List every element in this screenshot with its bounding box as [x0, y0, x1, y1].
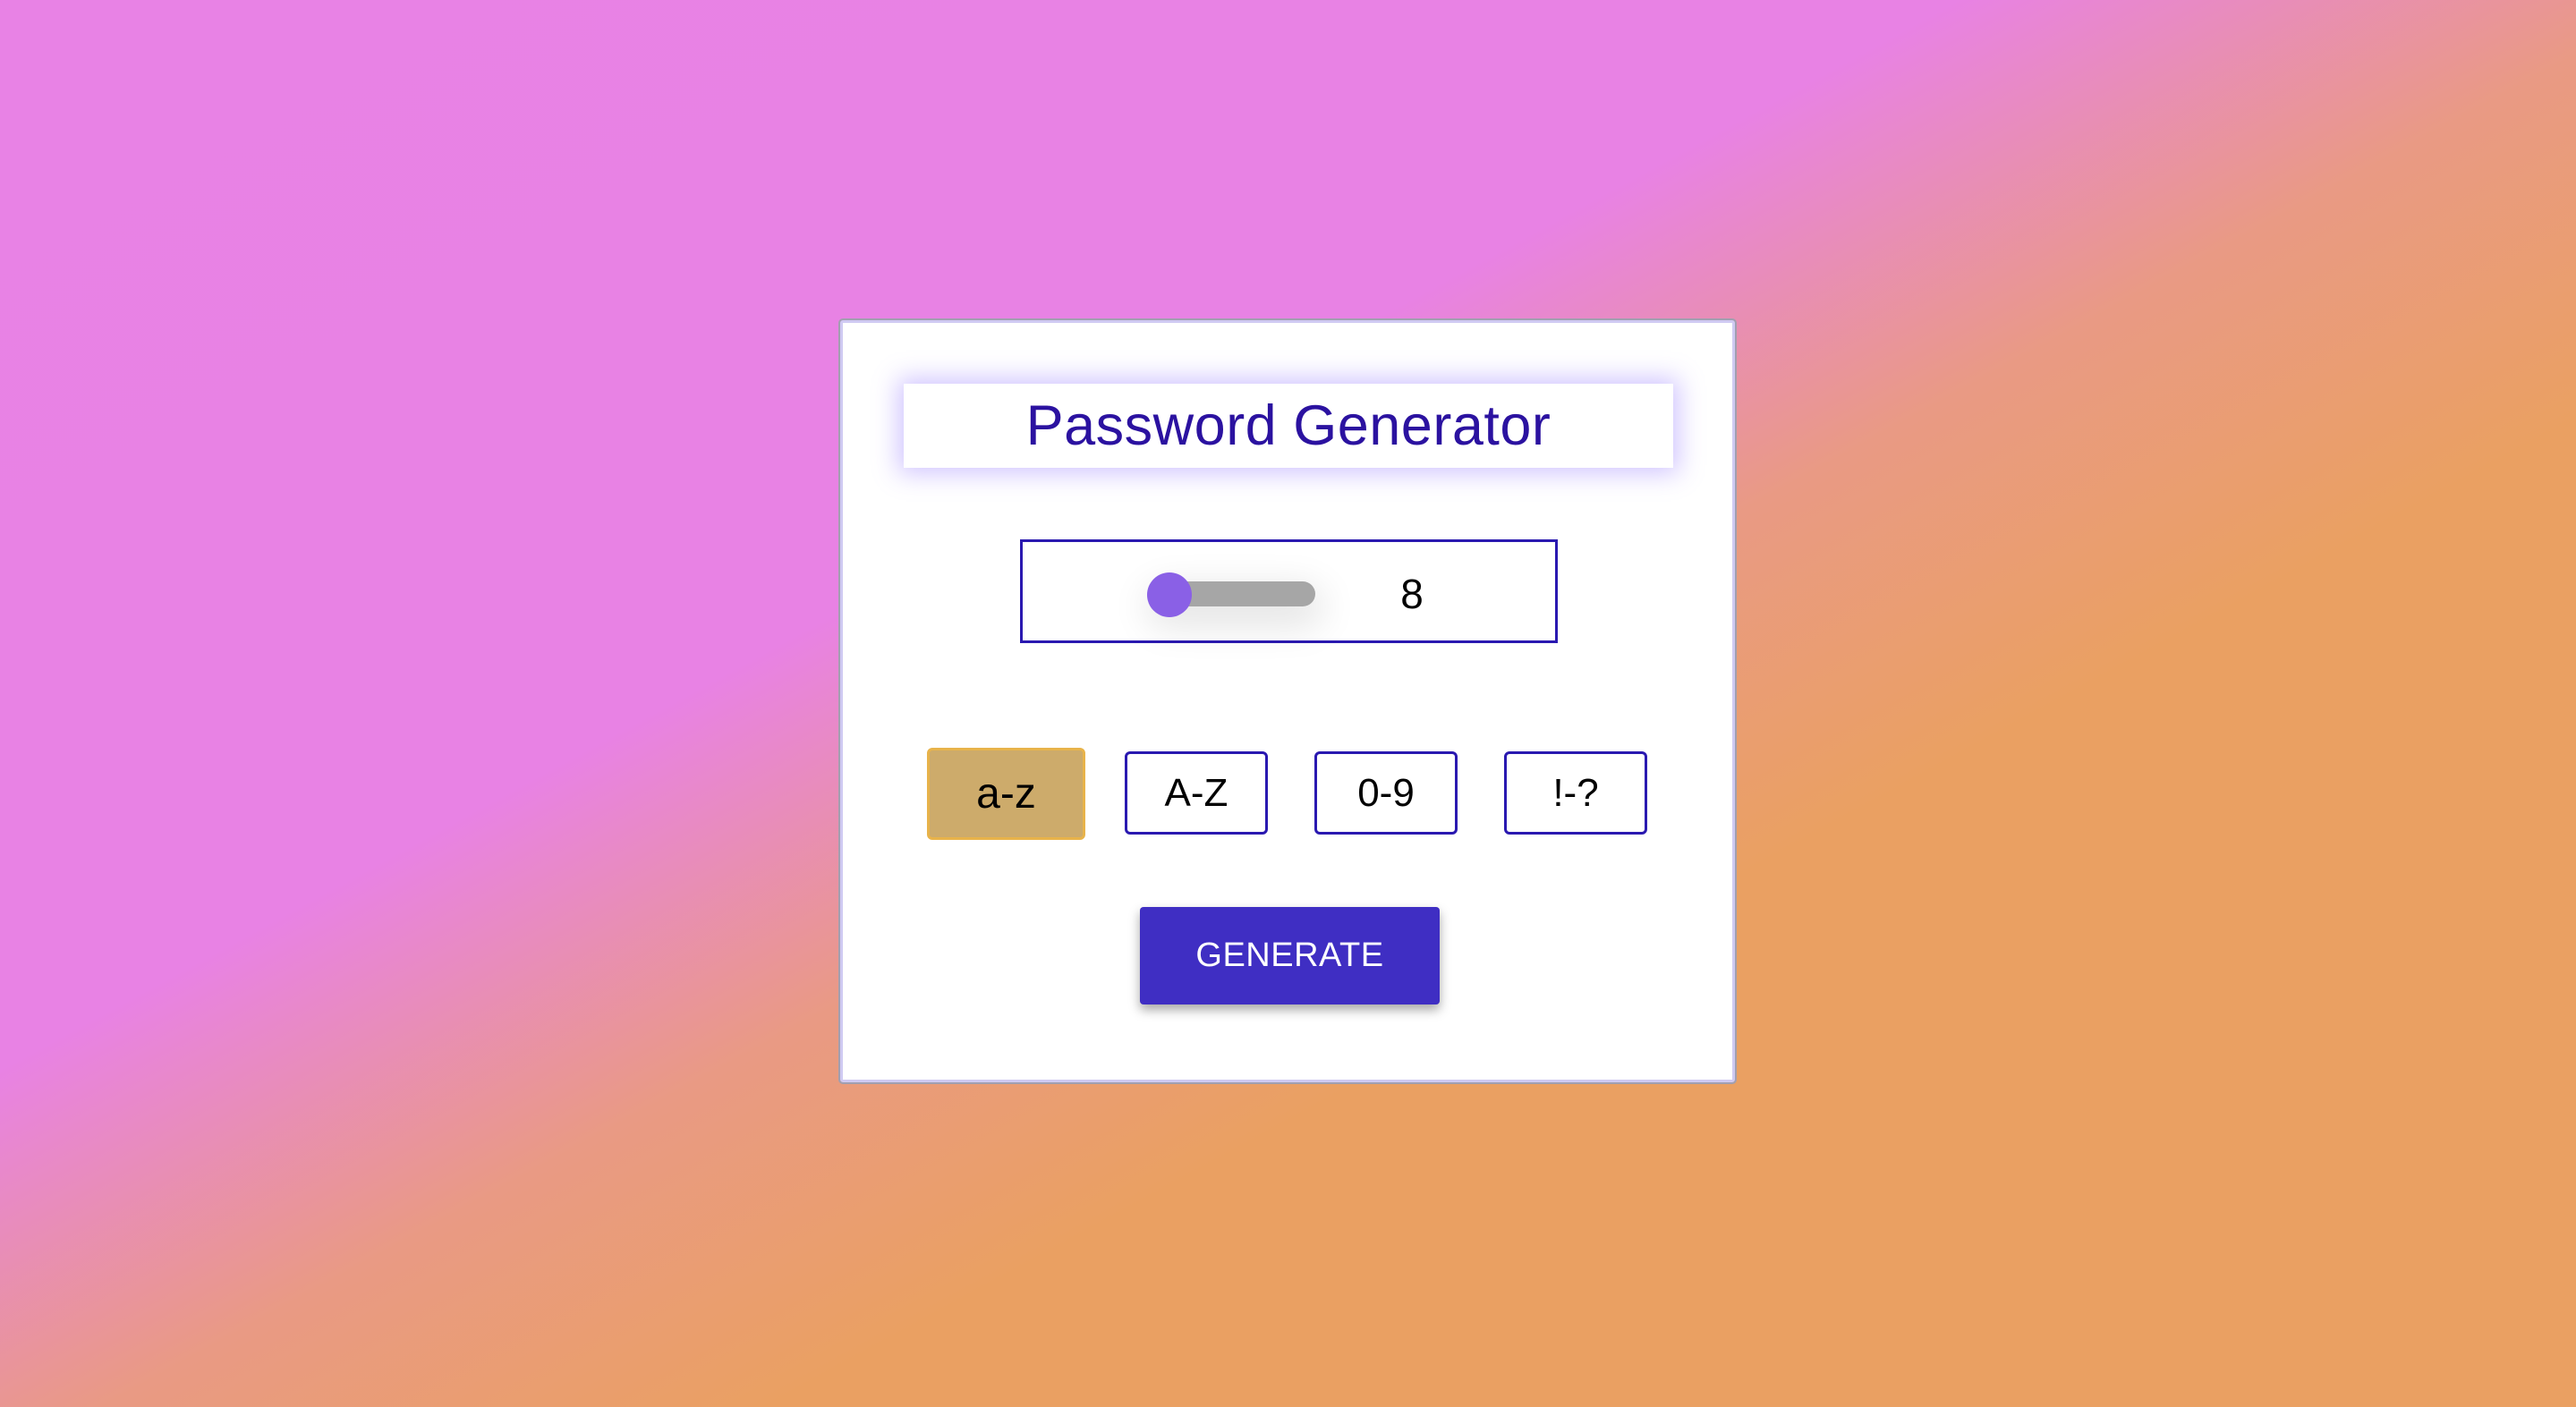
- lowercase-toggle[interactable]: a-z: [927, 748, 1085, 840]
- digits-toggle[interactable]: 0-9: [1314, 751, 1458, 835]
- page-title: Password Generator: [1025, 394, 1552, 457]
- symbols-toggle[interactable]: !-?: [1504, 751, 1647, 835]
- generate-button[interactable]: GENERATE: [1140, 907, 1440, 1004]
- uppercase-toggle[interactable]: A-Z: [1125, 751, 1268, 835]
- length-control: 8: [1020, 539, 1558, 643]
- generator-card: Password Generator 8 a-z A-Z 0-9 !-? GEN…: [838, 318, 1737, 1084]
- length-slider-thumb[interactable]: [1147, 572, 1192, 617]
- title-banner: Password Generator: [904, 384, 1673, 468]
- length-value: 8: [1400, 571, 1424, 617]
